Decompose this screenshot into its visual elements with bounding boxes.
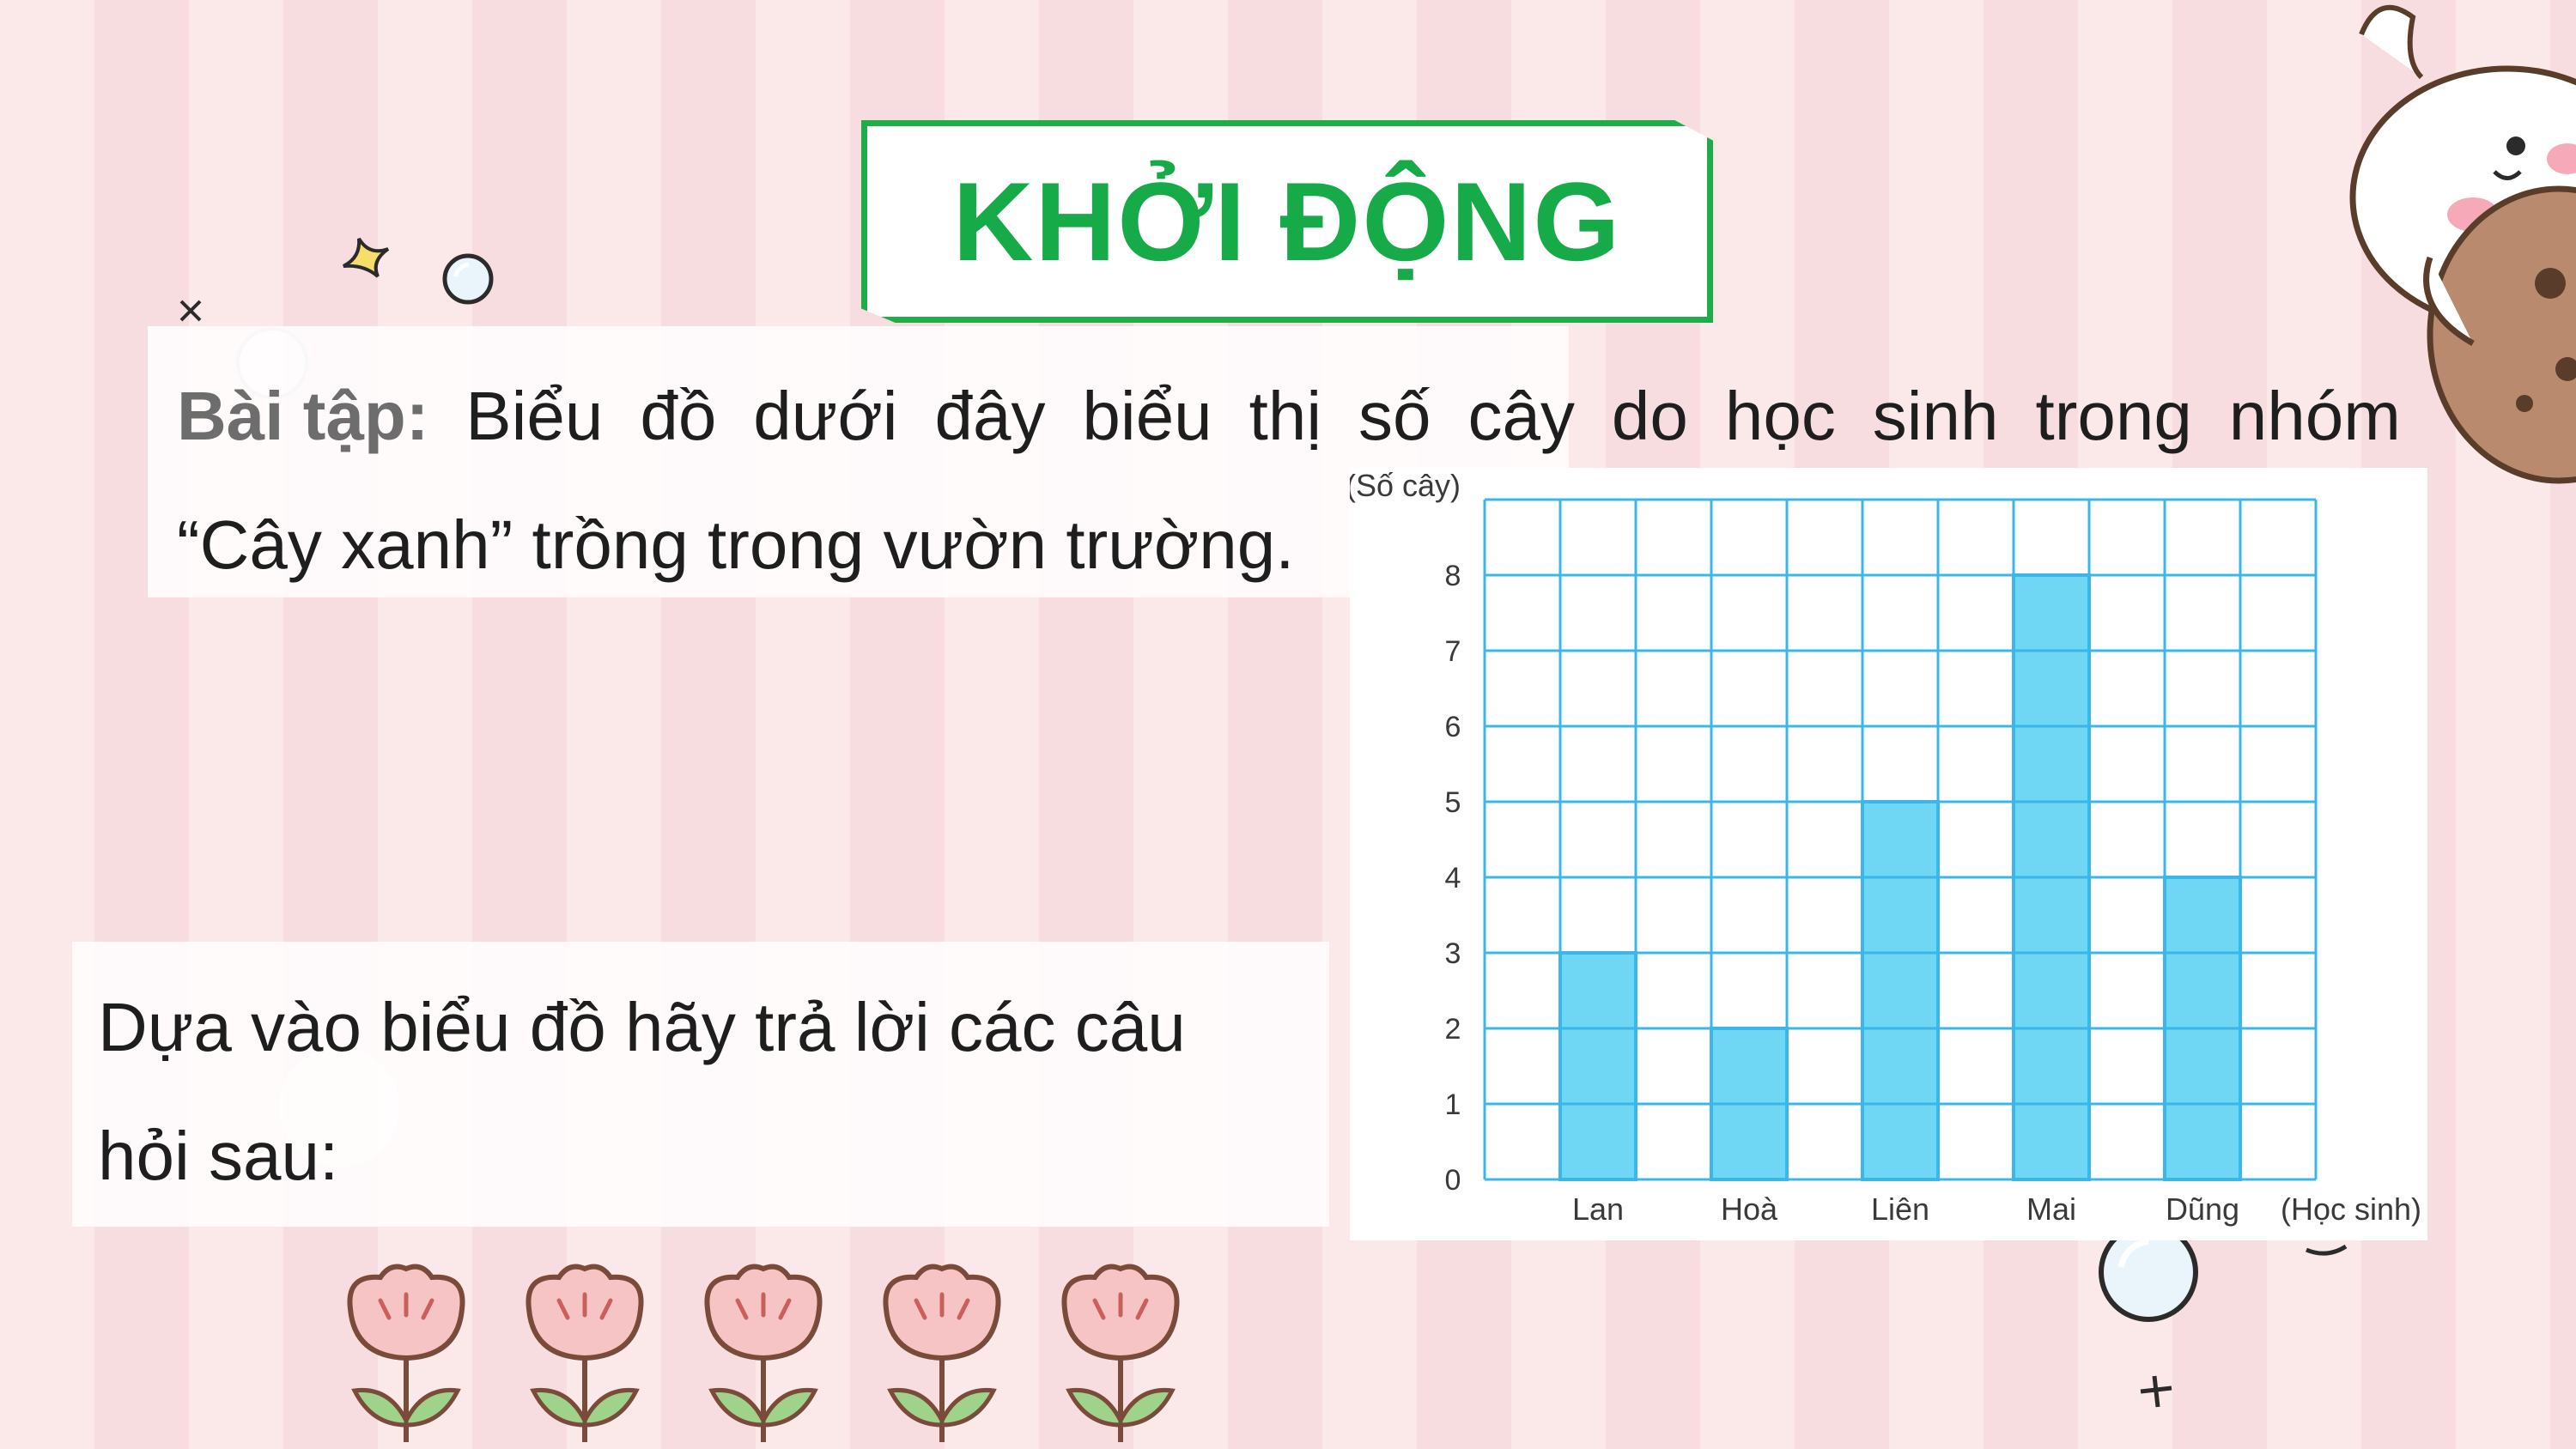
x-tick-label: Lan — [1572, 1191, 1624, 1227]
exercise-label: Bài tập: — [177, 378, 429, 454]
exercise-word: dưới — [753, 378, 898, 454]
exercise-word: sinh — [1872, 378, 1999, 454]
prompt-line-2: hỏi sau: — [98, 1118, 339, 1194]
exercise-word: thị — [1249, 378, 1322, 454]
exercise-word: do — [1611, 378, 1688, 454]
y-tick-label: 5 — [1445, 786, 1461, 819]
exercise-word: đây — [934, 378, 1046, 454]
prompt-line-1: Dựa vào biểu đồ hãy trả lời các câu — [98, 989, 1186, 1065]
tulip-icon — [883, 1264, 1001, 1442]
exercise-word: cây — [1467, 378, 1575, 454]
cross-mark-icon — [179, 300, 202, 322]
sparkle-star-icon — [343, 237, 390, 278]
bubble-icon — [442, 253, 494, 305]
prompt-text: Dựa vào biểu đồ hãy trả lời các câu hỏi … — [98, 963, 1300, 1221]
exercise-word: Biểu — [465, 378, 604, 454]
y-tick-label: 6 — [1445, 711, 1461, 743]
plus-mark-icon — [2140, 1375, 2172, 1408]
x-axis-label: (Học sinh) — [2281, 1191, 2421, 1227]
tulip-icon — [1061, 1264, 1180, 1442]
y-tick-label: 2 — [1445, 1013, 1461, 1046]
y-tick-label: 4 — [1445, 862, 1461, 894]
exercise-word: nhóm — [2228, 378, 2401, 454]
tulip-icon — [526, 1264, 644, 1442]
x-tick-label: Dũng — [2166, 1191, 2239, 1227]
tulip-icon — [704, 1264, 823, 1442]
y-tick-label: 7 — [1445, 635, 1461, 668]
y-tick-label: 8 — [1445, 560, 1461, 592]
exercise-word: số — [1358, 378, 1431, 454]
y-tick-label: 3 — [1445, 937, 1461, 970]
bar-Lan — [1560, 953, 1636, 1179]
bar-chart: 0 1 2 3 4 5 6 7 8 Lan Hoà Liên Mai Dũng (Số cây) (Học s… — [1350, 468, 2421, 1227]
tulip-icon — [347, 1264, 465, 1442]
y-tick-label: 1 — [1445, 1088, 1461, 1121]
exercise-word: học — [1724, 378, 1836, 454]
exercise-word: đồ — [640, 378, 717, 454]
x-tick-label: Hoà — [1721, 1191, 1778, 1227]
exercise-line-1: Bài tập: Biểu đồ dưới đây biểu thị số cây do học s… — [177, 352, 2401, 481]
page-title: KHỞI ĐỘNG — [952, 159, 1622, 284]
x-tick-label: Liên — [1871, 1191, 1929, 1227]
y-axis-label: (Số cây) — [1350, 468, 1461, 503]
exercise-word: trong — [2035, 378, 2192, 454]
x-tick-label: Mai — [2026, 1191, 2076, 1227]
exercise-word: biểu — [1082, 378, 1212, 454]
bar-Liên — [1862, 802, 1938, 1179]
y-tick-label: 0 — [1445, 1164, 1461, 1197]
